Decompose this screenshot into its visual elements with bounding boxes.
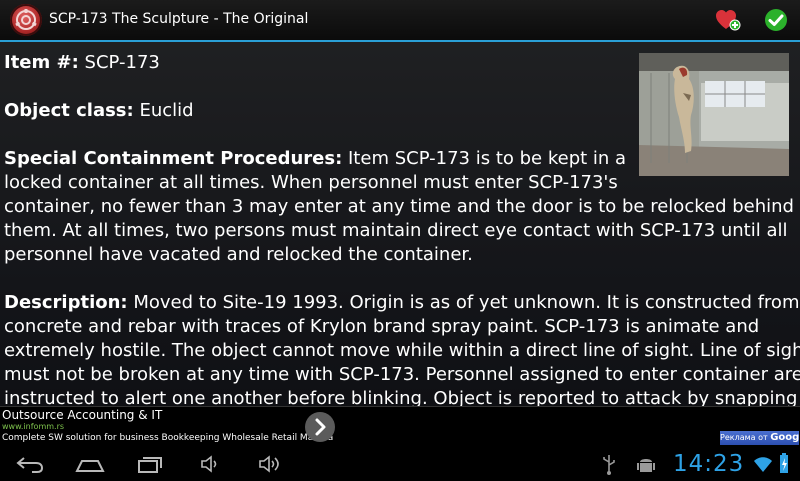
description-line: instructed to alert one another before b… (4, 388, 800, 406)
home-icon (75, 460, 105, 472)
containment-procedures-line: personnel have vacated and relocked the … (4, 244, 473, 265)
home-button[interactable] (72, 451, 108, 477)
add-favorite-button[interactable] (715, 8, 741, 32)
android-debug-icon (634, 451, 658, 477)
checkmark-icon (765, 9, 787, 31)
description-line: concrete and rebar with traces of Krylon… (4, 316, 760, 337)
volume-up-icon (259, 455, 279, 473)
item-number: Item #: SCP-173 (4, 51, 160, 75)
wifi-icon (752, 451, 774, 477)
item-number-label: Item #: (4, 52, 79, 73)
description-line: extremely hostile. The object cannot mov… (4, 340, 800, 361)
object-class-value: Euclid (139, 100, 194, 121)
item-number-value: SCP-173 (84, 52, 160, 73)
description: Description: Moved to Site-19 1993. Orig… (4, 291, 800, 406)
status-clock: 14:23 (673, 451, 745, 477)
ad-description[interactable]: Complete SW solution for business Bookke… (2, 433, 333, 443)
usb-icon (597, 451, 621, 477)
ad-banner[interactable]: Outsource Accounting & IT www.infomm.rs … (0, 406, 800, 449)
containment-procedures-line: them. At all times, two persons must mai… (4, 220, 788, 241)
system-bar: 14:23 (0, 448, 800, 480)
back-button[interactable] (12, 451, 48, 477)
google-label: Google (770, 432, 800, 443)
containment-procedures-label: Special Containment Procedures: (4, 148, 343, 169)
description-line: must not be broken at any time with SCP-… (4, 364, 800, 385)
ad-open-button[interactable] (305, 412, 335, 442)
volume-up-button[interactable] (252, 451, 288, 477)
object-class-label: Object class: (4, 100, 134, 121)
back-icon (16, 457, 44, 473)
object-class: Object class: Euclid (4, 99, 194, 123)
scp-logo-icon[interactable] (10, 4, 42, 36)
description-line: Description: Moved to Site-19 1993. Orig… (4, 292, 800, 313)
heart-plus-icon (716, 10, 741, 31)
ads-by-google-badge[interactable]: Реклама от Google (720, 431, 800, 445)
confirm-button[interactable] (764, 8, 788, 32)
scp-173-photo[interactable] (639, 53, 789, 176)
ad-title[interactable]: Outsource Accounting & IT (2, 408, 162, 422)
action-bar: SCP-173 The Sculpture - The Original (0, 0, 800, 42)
description-label: Description: (4, 292, 128, 313)
volume-down-button[interactable] (192, 451, 228, 477)
ads-by-label: Реклама от (720, 433, 768, 442)
containment-procedures: Special Containment Procedures: Item SCP… (4, 147, 794, 267)
containment-procedures-line: Special Containment Procedures: Item SCP… (4, 148, 627, 169)
battery-icon (776, 451, 792, 477)
containment-procedures-line: container, no fewer than 3 may enter at … (4, 196, 794, 217)
recent-apps-icon (138, 457, 162, 473)
recent-apps-button[interactable] (132, 451, 168, 477)
article-content[interactable]: Item #: SCP-173 Object class: Euclid Spe… (0, 42, 800, 406)
volume-down-icon (201, 455, 217, 473)
containment-procedures-line: locked container at all times. When pers… (4, 172, 618, 193)
chevron-right-icon (315, 418, 326, 436)
ad-url[interactable]: www.infomm.rs (2, 422, 64, 431)
app-title: SCP-173 The Sculpture - The Original (49, 11, 309, 27)
